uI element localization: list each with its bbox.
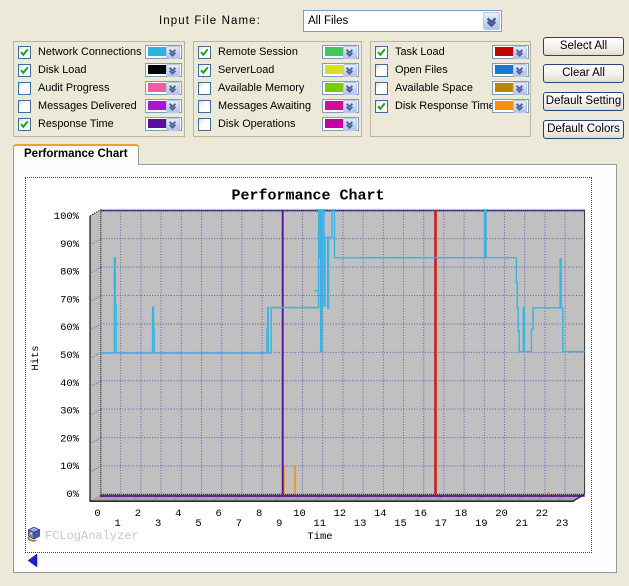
svg-text:11: 11 bbox=[313, 518, 326, 530]
svg-text:4: 4 bbox=[175, 508, 181, 520]
svg-text:30%: 30% bbox=[60, 406, 80, 418]
svg-text:16: 16 bbox=[414, 508, 427, 520]
svg-text:Time: Time bbox=[307, 531, 332, 543]
svg-text:5: 5 bbox=[195, 518, 201, 530]
svg-text:9: 9 bbox=[276, 518, 282, 530]
svg-text:15: 15 bbox=[394, 518, 407, 530]
svg-text:10%: 10% bbox=[60, 461, 80, 473]
svg-text:10: 10 bbox=[293, 508, 306, 520]
svg-text:21: 21 bbox=[515, 518, 528, 530]
svg-text:100%: 100% bbox=[54, 211, 80, 223]
svg-text:40%: 40% bbox=[60, 378, 80, 390]
svg-text:8: 8 bbox=[256, 508, 262, 520]
svg-text:22: 22 bbox=[536, 508, 549, 520]
svg-text:50%: 50% bbox=[60, 350, 80, 362]
svg-text:Hits: Hits bbox=[30, 345, 42, 370]
svg-text:12: 12 bbox=[334, 508, 347, 520]
svg-text:0%: 0% bbox=[66, 489, 79, 501]
svg-text:18: 18 bbox=[455, 508, 468, 520]
svg-text:14: 14 bbox=[374, 508, 387, 520]
svg-text:80%: 80% bbox=[60, 267, 80, 279]
svg-text:7: 7 bbox=[236, 518, 242, 530]
svg-text:13: 13 bbox=[354, 518, 367, 530]
svg-text:60%: 60% bbox=[60, 322, 80, 334]
svg-text:Performance Chart: Performance Chart bbox=[231, 188, 384, 205]
svg-text:17: 17 bbox=[435, 518, 448, 530]
svg-text:20%: 20% bbox=[60, 433, 80, 445]
svg-text:6: 6 bbox=[216, 508, 222, 520]
svg-text:90%: 90% bbox=[60, 239, 80, 251]
svg-text:3: 3 bbox=[155, 518, 161, 530]
svg-text:70%: 70% bbox=[60, 294, 80, 306]
svg-text:23: 23 bbox=[556, 518, 569, 530]
svg-text:20: 20 bbox=[495, 508, 508, 520]
svg-text:19: 19 bbox=[475, 518, 488, 530]
svg-text:0: 0 bbox=[94, 508, 100, 520]
svg-text:2: 2 bbox=[135, 508, 141, 520]
